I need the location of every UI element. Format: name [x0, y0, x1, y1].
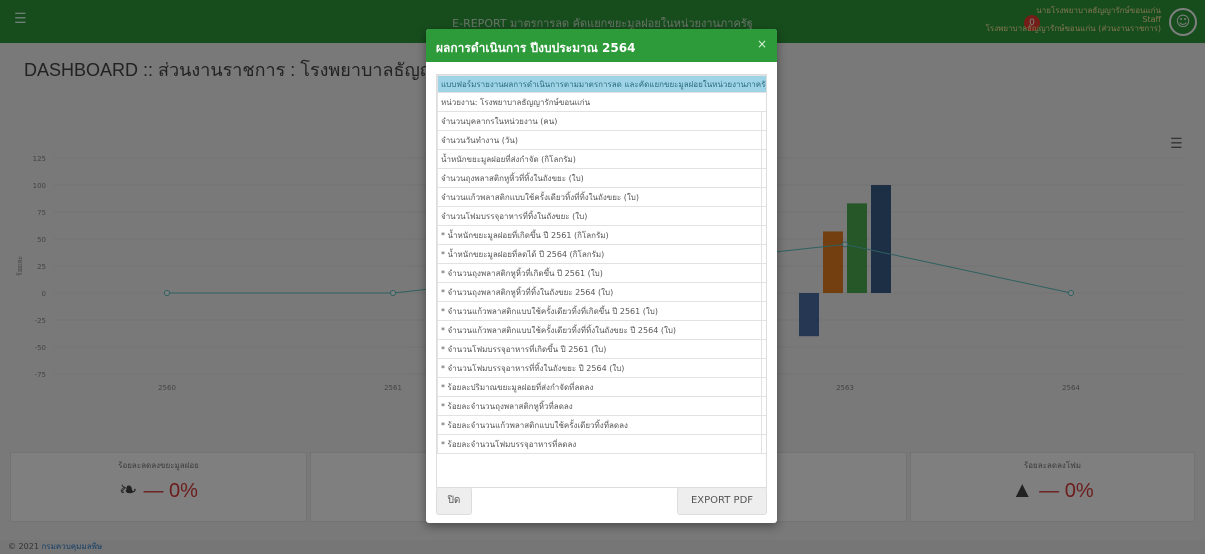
- table-row: จำนวนแก้วพลาสติกแบบใช้ครั้งเดียวทิ้งที่ท…: [437, 187, 766, 207]
- table-row: * จำนวนโฟมบรรจุอาหารที่ทิ้งในถังขยะ ปี 2…: [437, 358, 766, 378]
- row-value: [760, 149, 766, 169]
- row-value: [760, 130, 766, 150]
- row-value: [760, 206, 766, 226]
- row-value: [760, 301, 766, 321]
- table-row: * น้ำหนักขยะมูลฝอยที่ลดได้ ปี 2564 (กิโล…: [437, 244, 766, 264]
- modal-title: ผลการดำเนินการ ปีงบประมาณ 2564: [436, 41, 636, 55]
- table-row: จำนวนวันทำงาน (วัน): [437, 130, 766, 150]
- row-value: [760, 187, 766, 207]
- row-value: [760, 339, 766, 359]
- row-label: * จำนวนโฟมบรรจุอาหารที่เกิดขึ้น ปี 2561 …: [437, 339, 762, 359]
- table-row: * จำนวนถุงพลาสติกหูหิ้วที่เกิดขึ้น ปี 25…: [437, 263, 766, 283]
- row-value: [760, 320, 766, 340]
- modal-header: ผลการดำเนินการ ปีงบประมาณ 2564 ×: [426, 29, 777, 62]
- table-row: * ร้อยละจำนวนโฟมบรรจุอาหารที่ลดลง: [437, 434, 766, 454]
- table-row: * ร้อยละจำนวนถุงพลาสติกหูหิ้วที่ลดลง: [437, 396, 766, 416]
- row-value: [760, 358, 766, 378]
- row-label: น้ำหนักขยะมูลฝอยที่ส่งกำจัด (กิโลกรัม): [437, 149, 762, 169]
- table-header: แบบฟอร์มรายงานผลการดำเนินการตามมาตรการลด…: [437, 75, 766, 93]
- table-row: * ร้อยละปริมาณขยะมูลฝอยที่ส่งกำจัดที่ลดล…: [437, 377, 766, 397]
- row-value: [760, 415, 766, 435]
- row-label: จำนวนถุงพลาสติกหูหิ้วที่ทิ้งในถังขยะ (ใบ…: [437, 168, 762, 188]
- row-label: * ร้อยละปริมาณขยะมูลฝอยที่ส่งกำจัดที่ลดล…: [437, 377, 762, 397]
- row-label: จำนวนวันทำงาน (วัน): [437, 130, 762, 150]
- table-row: น้ำหนักขยะมูลฝอยที่ส่งกำจัด (กิโลกรัม): [437, 149, 766, 169]
- row-value: [760, 377, 766, 397]
- table-row: * จำนวนแก้วพลาสติกแบบใช้ครั้งเดียวทิ้งที…: [437, 301, 766, 321]
- row-value: [760, 434, 766, 454]
- close-icon[interactable]: ×: [757, 37, 767, 51]
- table-row: * จำนวนโฟมบรรจุอาหารที่เกิดขึ้น ปี 2561 …: [437, 339, 766, 359]
- row-label: * จำนวนถุงพลาสติกหูหิ้วที่เกิดขึ้น ปี 25…: [437, 263, 762, 283]
- table-row: จำนวนโฟมบรรจุอาหารที่ทิ้งในถังขยะ (ใบ): [437, 206, 766, 226]
- row-label: * ร้อยละจำนวนแก้วพลาสติกแบบใช้ครั้งเดียว…: [437, 415, 762, 435]
- row-label: * ร้อยละจำนวนโฟมบรรจุอาหารที่ลดลง: [437, 434, 762, 454]
- row-label: * น้ำหนักขยะมูลฝอยที่ลดได้ ปี 2564 (กิโล…: [437, 244, 762, 264]
- row-label: จำนวนโฟมบรรจุอาหารที่ทิ้งในถังขยะ (ใบ): [437, 206, 762, 226]
- row-label: * จำนวนแก้วพลาสติกแบบใช้ครั้งเดียวทิ้งที…: [437, 320, 762, 340]
- row-label: จำนวนบุคลากรในหน่วยงาน (คน): [437, 111, 762, 131]
- table-row: * น้ำหนักขยะมูลฝอยที่เกิดขึ้น ปี 2561 (ก…: [437, 225, 766, 245]
- row-label: * จำนวนแก้วพลาสติกแบบใช้ครั้งเดียวทิ้งที…: [437, 301, 762, 321]
- table-row: จำนวนถุงพลาสติกหูหิ้วที่ทิ้งในถังขยะ (ใบ…: [437, 168, 766, 188]
- row-value: [760, 111, 766, 131]
- table-row: * จำนวนแก้วพลาสติกแบบใช้ครั้งเดียวทิ้งที…: [437, 320, 766, 340]
- report-table-scroll[interactable]: แบบฟอร์มรายงานผลการดำเนินการตามมาตรการลด…: [436, 74, 767, 488]
- row-value: [760, 168, 766, 188]
- results-modal: ผลการดำเนินการ ปีงบประมาณ 2564 × แบบฟอร์…: [426, 29, 777, 523]
- report-table: แบบฟอร์มรายงานผลการดำเนินการตามมาตรการลด…: [437, 75, 766, 454]
- row-value: [760, 396, 766, 416]
- row-value: [760, 282, 766, 302]
- row-label: * น้ำหนักขยะมูลฝอยที่เกิดขึ้น ปี 2561 (ก…: [437, 225, 762, 245]
- close-button[interactable]: ปิด: [436, 487, 472, 515]
- row-label: จำนวนแก้วพลาสติกแบบใช้ครั้งเดียวทิ้งที่ท…: [437, 187, 762, 207]
- row-label: * ร้อยละจำนวนถุงพลาสติกหูหิ้วที่ลดลง: [437, 396, 762, 416]
- table-row: * จำนวนถุงพลาสติกหูหิ้วที่ทิ้งในถังขยะ 2…: [437, 282, 766, 302]
- row-value: [760, 244, 766, 264]
- row-label: * จำนวนถุงพลาสติกหูหิ้วที่ทิ้งในถังขยะ 2…: [437, 282, 762, 302]
- row-label: * จำนวนโฟมบรรจุอาหารที่ทิ้งในถังขยะ ปี 2…: [437, 358, 762, 378]
- row-value: [760, 225, 766, 245]
- table-row: * ร้อยละจำนวนแก้วพลาสติกแบบใช้ครั้งเดียว…: [437, 415, 766, 435]
- export-pdf-button[interactable]: EXPORT PDF: [677, 487, 767, 515]
- table-row: จำนวนบุคลากรในหน่วยงาน (คน): [437, 111, 766, 131]
- agency-row: หน่วยงาน: โรงพยาบาลธัญญารักษ์ขอนแก่น: [437, 92, 766, 112]
- row-value: [760, 263, 766, 283]
